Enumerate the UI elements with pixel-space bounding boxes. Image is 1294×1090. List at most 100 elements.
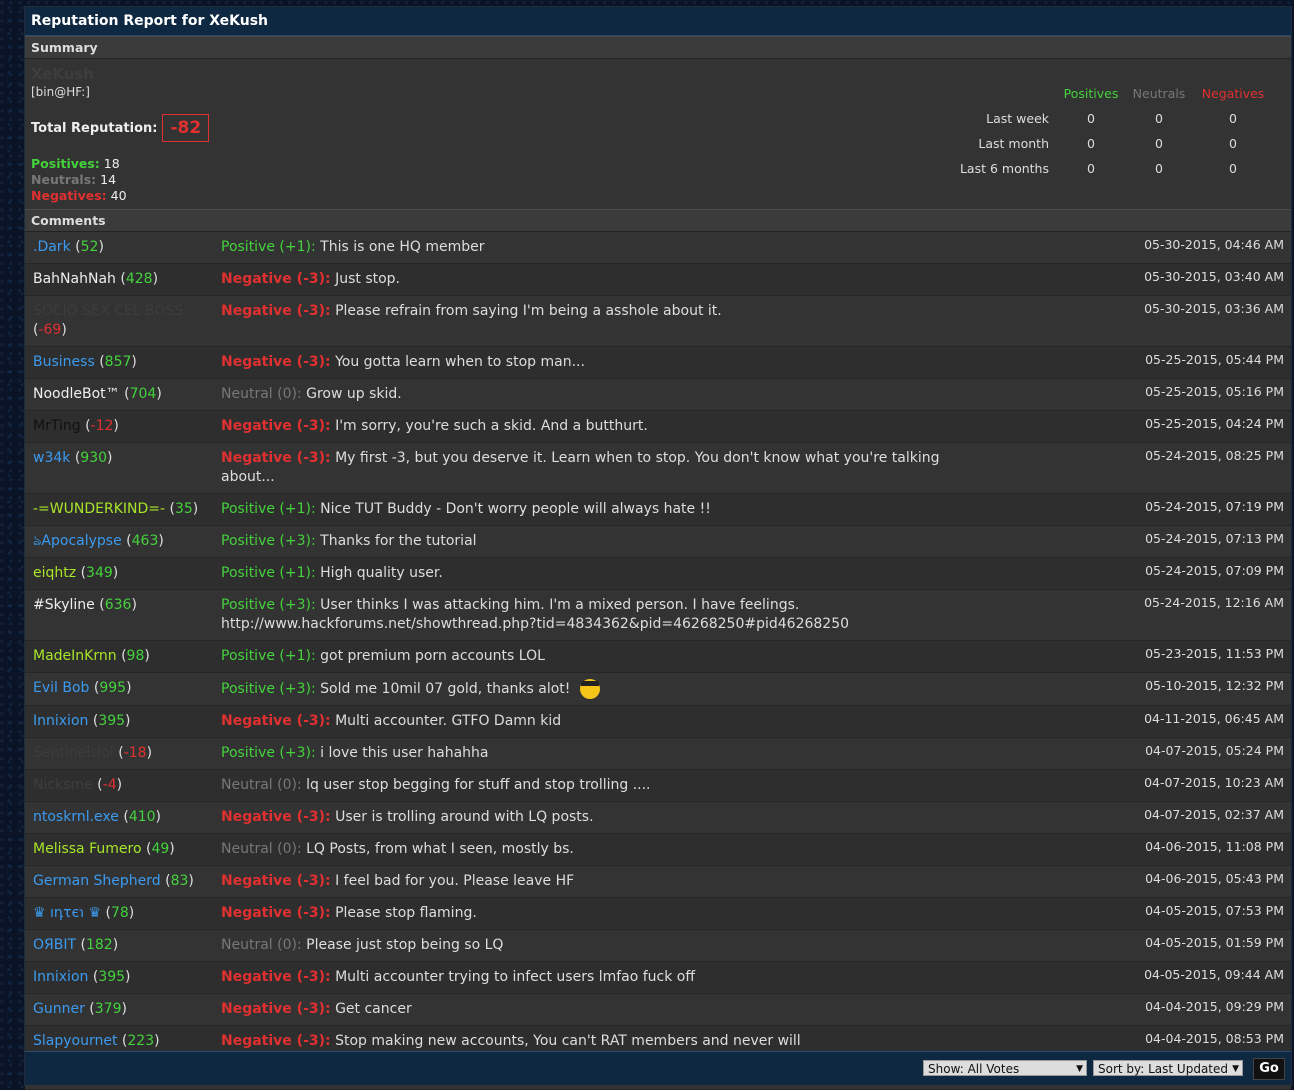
rating-label: Neutral (0): [221, 841, 302, 857]
ninja-smiley-icon [580, 679, 601, 699]
show-votes-select[interactable]: Show: All Votes ▼ [923, 1060, 1087, 1076]
author-reputation[interactable]: 223 [127, 1033, 154, 1049]
author-link[interactable]: NoodleBot™ [33, 386, 120, 402]
comment-date: 05-24-2015, 08:25 PM [1145, 448, 1284, 463]
author-link[interactable]: Melissa Fumero [33, 841, 142, 857]
rating-label: Negative (-3): [221, 418, 331, 434]
paren-close: ) [121, 1001, 127, 1017]
sort-by-select[interactable]: Sort by: Last Updated ▼ [1093, 1060, 1243, 1076]
author-reputation[interactable]: 857 [105, 354, 132, 370]
author-reputation[interactable]: 410 [129, 809, 156, 825]
author-link[interactable]: MrTing [33, 418, 81, 434]
author-link[interactable]: Slapyournet [33, 1033, 117, 1049]
author-reputation[interactable]: 83 [171, 873, 189, 889]
rating-label: Negative (-3): [221, 271, 331, 287]
comment-row: MrTing (-12) Negative (-3): I'm sorry, yo… [25, 411, 1291, 443]
paren-close: ) [158, 533, 164, 549]
neutrals-label: Neutrals: [31, 172, 97, 187]
comment-author: Gunner (379) [25, 994, 211, 1025]
comment-author: BahNahNah (428) [25, 264, 211, 295]
rating-label: Positive (+1): [221, 239, 316, 255]
comment-row: #Skyline (636) Positive (+3): User thinks… [25, 590, 1291, 641]
go-button[interactable]: Go [1253, 1058, 1285, 1080]
author-link[interactable]: Sentinelslol [33, 745, 114, 761]
author-link[interactable]: Evil Bob [33, 680, 89, 696]
author-link[interactable]: #Skyline [33, 597, 95, 613]
comment-date: 05-24-2015, 07:13 PM [1145, 531, 1284, 546]
author-reputation[interactable]: 395 [98, 969, 125, 985]
author-link[interactable]: -=WUNDERKIND=- [33, 501, 165, 517]
author-reputation[interactable]: -18 [124, 745, 147, 761]
author-link[interactable]: SOCIO SEX CEL BOSS [33, 303, 183, 319]
comment-row: -=WUNDERKIND=- (35) Positive (+1): Nice T… [25, 494, 1291, 526]
comment-row: Business (857) Negative (-3): You gotta l… [25, 347, 1291, 379]
author-reputation[interactable]: 349 [86, 565, 113, 581]
author-reputation[interactable]: 428 [126, 271, 153, 287]
comment-author: SOCIO SEX CEL BOSS (-69) [25, 296, 211, 346]
author-link[interactable]: Nicksme [33, 777, 93, 793]
rating-label: Negative (-3): [221, 450, 331, 466]
comment-date: 05-24-2015, 07:09 PM [1145, 563, 1284, 578]
author-reputation[interactable]: 49 [151, 841, 169, 857]
comment-date: 05-30-2015, 03:36 AM [1144, 301, 1284, 316]
paren-close: ) [113, 418, 119, 434]
rating-label: Negative (-3): [221, 969, 331, 985]
paren-close: ) [112, 937, 119, 953]
author-link[interactable]: eiqhtz [33, 565, 76, 581]
author-link[interactable]: .Dark [33, 239, 71, 255]
rating-label: Positive (+3): [221, 681, 316, 697]
author-reputation[interactable]: 35 [175, 501, 193, 517]
comment-author: OЯBIT (182) [25, 930, 211, 961]
comments-header: Comments [25, 209, 1291, 232]
comment-author: Sentinelslol (-18) [25, 738, 211, 769]
author-reputation[interactable]: 930 [80, 450, 107, 466]
comment-body: Neutral (0): lq user stop begging for st… [211, 770, 971, 801]
author-link[interactable]: MadeInKrnn [33, 648, 117, 664]
comment-date: 04-04-2015, 09:29 PM [1145, 999, 1284, 1014]
comment-text: Stop making new accounts, You can't RAT … [335, 1033, 801, 1049]
author-reputation[interactable]: 463 [132, 533, 159, 549]
author-link[interactable]: BahNahNah [33, 271, 116, 287]
rating-label: Neutral (0): [221, 386, 302, 402]
author-reputation[interactable]: 704 [130, 386, 157, 402]
comment-row: BahNahNah (428) Negative (-3): Just stop.… [25, 264, 1291, 296]
author-link[interactable]: Gunner [33, 1001, 85, 1017]
rating-label: Negative (-3): [221, 1001, 331, 1017]
paren-close: ) [61, 322, 67, 338]
author-link[interactable]: OЯBIT [33, 937, 76, 953]
paren-close: ) [112, 565, 119, 581]
comment-date: 04-07-2015, 05:24 PM [1145, 743, 1284, 758]
comment-row: SOCIO SEX CEL BOSS (-69) Negative (-3): P… [25, 296, 1291, 347]
author-link[interactable]: Innixion [33, 713, 88, 729]
author-reputation[interactable]: 395 [98, 713, 125, 729]
author-link[interactable]: Business [33, 354, 95, 370]
rating-label: Neutral (0): [221, 777, 302, 793]
comment-text: I feel bad for you. Please leave HF [335, 873, 575, 889]
author-reputation[interactable]: -12 [91, 418, 114, 434]
author-reputation[interactable]: -69 [38, 322, 61, 338]
author-reputation[interactable]: 379 [95, 1001, 122, 1017]
author-reputation[interactable]: 636 [105, 597, 132, 613]
comment-author: Melissa Fumero (49) [25, 834, 211, 865]
author-reputation[interactable]: 52 [81, 239, 99, 255]
comment-author: Nicksme (-4) [25, 770, 211, 801]
author-link[interactable]: w34k [33, 450, 70, 466]
comment-date: 05-24-2015, 12:16 AM [1144, 595, 1284, 610]
author-link[interactable]: Innixion [33, 969, 88, 985]
stats-cell: 0 [1155, 111, 1163, 126]
comment-author: MrTing (-12) [25, 411, 211, 442]
author-link[interactable]: ♛ ıդτє℩ ♛ [33, 905, 101, 921]
comment-body: Positive (+1): High quality user. [211, 558, 971, 589]
comment-date: 04-05-2015, 09:44 AM [1144, 967, 1284, 982]
author-reputation[interactable]: -4 [103, 777, 117, 793]
author-reputation[interactable]: 78 [111, 905, 129, 921]
author-reputation[interactable]: 995 [99, 680, 126, 696]
comment-text: Please refrain from saying I'm being a a… [335, 303, 722, 319]
total-reputation: Total Reputation: -82 [31, 114, 210, 142]
author-reputation[interactable]: 182 [86, 937, 113, 953]
author-reputation[interactable]: 98 [127, 648, 145, 664]
author-link[interactable]: ঌApocalypse [33, 533, 122, 549]
author-link[interactable]: German Shepherd [33, 873, 161, 889]
author-link[interactable]: ntoskrnl.exe [33, 809, 119, 825]
rating-label: Positive (+3): [221, 745, 316, 761]
